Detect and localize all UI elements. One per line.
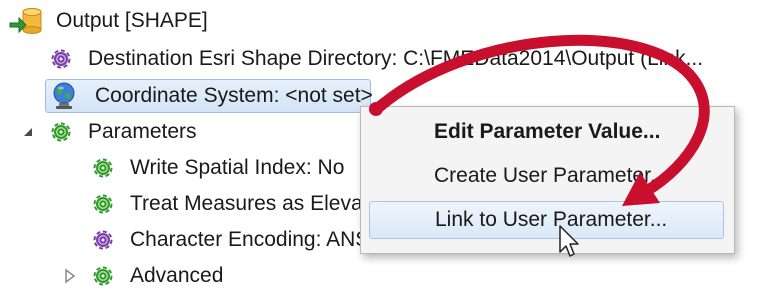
gear-purple-icon [93,230,113,250]
tree-item-label: Treat Measures as Elevation [130,192,397,215]
menu-item-label: Link to User Parameter... [435,208,668,231]
tree-item-spatial-index[interactable]: Write Spatial Index: No [90,151,344,185]
tree-item-label: Parameters [88,120,197,143]
gear-green-icon [93,266,113,286]
expand-triangle-icon[interactable] [62,268,78,284]
gear-green-icon [93,194,113,214]
tree-item-advanced[interactable]: Advanced [90,259,223,293]
database-arrow-icon [9,8,42,34]
gear-green-icon [51,122,71,142]
menu-item-edit-parameter-value[interactable]: Edit Parameter Value... [369,113,724,151]
tree-item-label: Coordinate System: <not set> [95,84,373,107]
menu-item-label: Edit Parameter Value... [434,120,661,143]
globe-icon [53,82,75,109]
collapse-triangle-icon[interactable] [20,124,36,140]
menu-item-link-to-user-parameter[interactable]: Link to User Parameter... [369,201,724,239]
tree-item-output[interactable]: Output [SHAPE] [8,4,208,38]
tree-item-label: Write Spatial Index: No [130,156,345,179]
tree-item-label: Output [SHAPE] [56,9,208,32]
menu-item-create-user-parameter[interactable]: Create User Parameter... [369,157,724,195]
tree-item-label: Advanced [130,264,224,287]
gear-green-icon [93,158,113,178]
tree-item-parameters[interactable]: Parameters [48,115,197,149]
gear-purple-icon [51,49,71,69]
tree-item-coordinate-system[interactable]: Coordinate System: <not set> [50,79,373,113]
tree-item-treat-measures[interactable]: Treat Measures as Elevation [90,187,397,221]
menu-item-label: Create User Parameter... [434,164,668,187]
context-menu: Edit Parameter Value... Create User Para… [360,106,735,254]
tree-item-destination[interactable]: Destination Esri Shape Directory: C:\FME… [48,42,703,76]
tree-item-label: Destination Esri Shape Directory: C:\FME… [88,47,704,70]
